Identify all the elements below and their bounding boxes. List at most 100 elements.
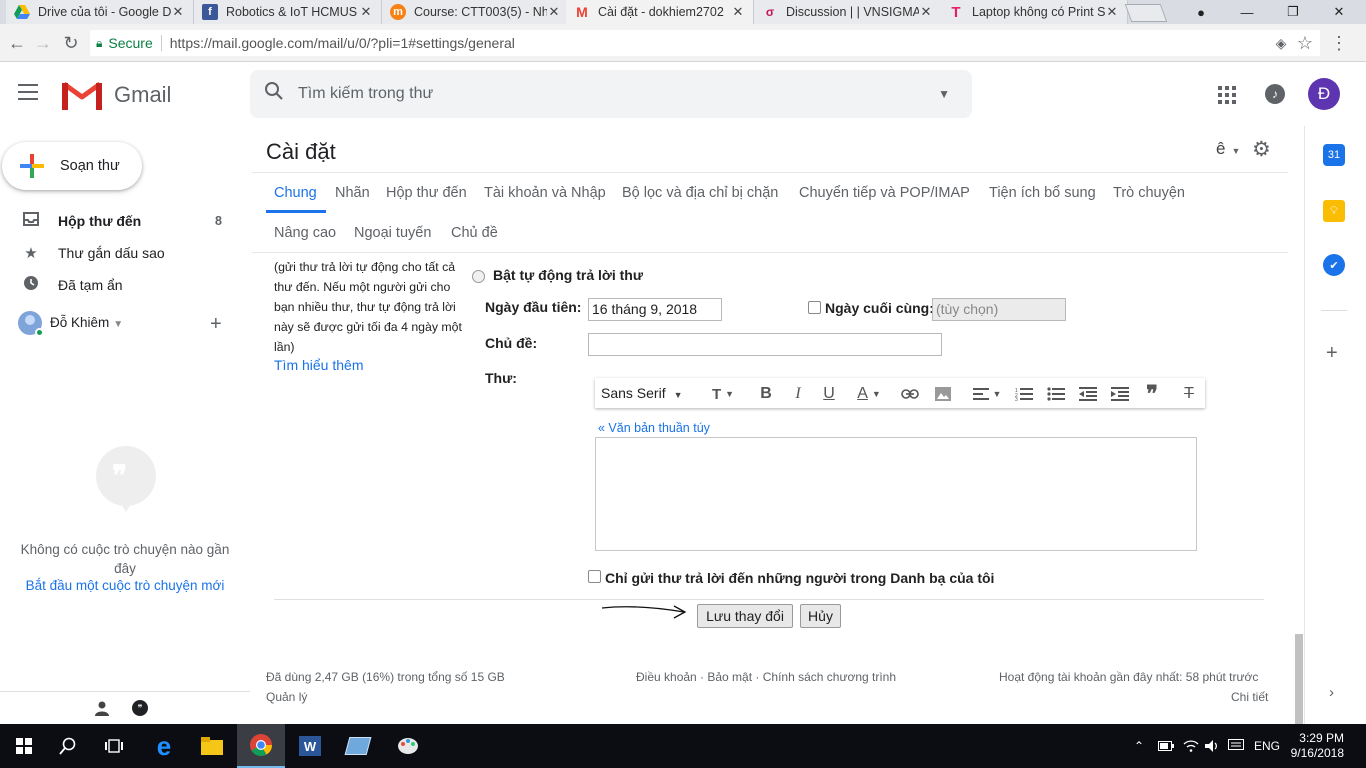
contacts-only-checkbox[interactable] [588,570,601,583]
italic-icon[interactable]: I [789,385,807,403]
calendar-icon[interactable]: 31 [1323,144,1345,166]
app-icon[interactable] [334,724,382,768]
tab-advanced[interactable]: Nâng cao [274,225,336,241]
cancel-button[interactable]: Hủy [800,604,841,628]
scrollbar-thumb[interactable] [1295,634,1303,724]
compose-button[interactable]: Soạn thư [2,142,142,190]
user-avatar[interactable] [18,311,44,337]
auto-reply-on-radio[interactable] [472,270,485,283]
browser-tab-gmail[interactable]: M Cài đặt - dokhiem2702 ✕ [566,0,754,24]
tray-chevron-up-icon[interactable]: ⌃ [1134,724,1144,768]
chevron-right-icon[interactable]: › [1329,684,1334,701]
last-day-checkbox[interactable] [808,301,821,314]
chat-user-name[interactable]: Đỗ Khiêm ▼ [50,315,123,330]
gear-icon[interactable]: ⚙ [1252,137,1271,162]
word-icon[interactable]: W [286,724,334,768]
align-icon[interactable]: ▼ [970,385,1004,403]
forward-icon[interactable]: → [32,32,54,54]
font-size-icon[interactable]: T ▼ [706,385,740,403]
quote-icon[interactable]: ❞ [1142,381,1162,406]
indent-more-icon[interactable] [1110,385,1130,403]
numbered-list-icon[interactable]: 123 [1014,385,1034,403]
gmail-logo-icon[interactable] [62,80,102,115]
wifi-icon[interactable] [1183,724,1199,768]
tasks-icon[interactable]: ✔ [1323,254,1345,276]
close-icon[interactable]: ✕ [731,4,745,20]
address-bar[interactable]: 🔒︎ Secure https://mail.google.com/mail/u… [90,30,1320,56]
sidebar-item-inbox[interactable]: Hộp thư đến 8 [0,205,240,237]
tab-inbox[interactable]: Hộp thư đến [386,185,467,201]
clock[interactable]: 3:29 PM 9/16/2018 [1288,724,1344,768]
font-select[interactable]: Sans Serif ▼ [601,385,683,401]
bulleted-list-icon[interactable] [1046,385,1066,403]
search-input[interactable]: Tìm kiếm trong thư [298,85,938,103]
tab-forwarding[interactable]: Chuyển tiếp và POP/IMAP [799,185,970,201]
close-icon[interactable]: ✕ [919,4,933,20]
tab-chat[interactable]: Trò chuyện [1113,185,1185,201]
remove-formatting-icon[interactable]: T [1180,385,1198,403]
new-tab-button[interactable] [1124,4,1168,22]
manage-storage-link[interactable]: Quản lý [266,690,307,704]
add-addon-icon[interactable]: + [1326,342,1338,365]
search-bar[interactable]: Tìm kiếm trong thư ▼ [250,70,972,118]
paint-icon[interactable] [384,724,432,768]
close-icon[interactable]: ✕ [547,4,561,20]
tab-labels[interactable]: Nhãn [335,185,370,201]
search-icon[interactable] [264,81,284,107]
menu-dots-icon[interactable]: ⋮ [1328,32,1350,54]
browser-tab-facebook[interactable]: f Robotics & IoT HCMUS ✕ [194,0,382,24]
tab-accounts[interactable]: Tài khoản và Nhập [484,185,606,201]
scrollbar[interactable] [1294,126,1304,724]
apps-grid-icon[interactable] [1218,86,1236,109]
close-icon[interactable]: ✕ [1105,4,1119,20]
message-icon[interactable] [1228,724,1244,768]
volume-icon[interactable] [1205,724,1221,768]
tab-general[interactable]: Chung [274,185,317,201]
browser-tab-vnsigma[interactable]: σ Discussion | | VNSIGMA ✕ [754,0,942,24]
plain-text-link[interactable]: « Văn bản thuần túy [598,421,710,435]
search-icon[interactable] [44,724,92,768]
tab-themes[interactable]: Chủ đề [451,225,498,241]
extension-icon[interactable]: ◈ [1270,32,1292,54]
windows-start-icon[interactable] [0,724,48,768]
edge-icon[interactable]: e [140,724,188,768]
battery-icon[interactable] [1158,724,1174,768]
notifications-icon[interactable]: ♪ [1265,84,1285,104]
reload-icon[interactable]: ↻ [60,32,82,54]
last-day-input[interactable]: (tùy chọn) [932,298,1066,321]
hangouts-icon[interactable]: ❞ [132,700,148,716]
maximize-button[interactable]: ❐ [1270,0,1316,24]
subject-input[interactable] [588,333,942,356]
sidebar-item-snoozed[interactable]: Đã tạm ẩn [0,269,240,301]
underline-icon[interactable]: U [820,385,838,403]
footer-links[interactable]: Điều khoản · Bảo mật · Chính sách chương… [636,670,896,684]
browser-tab-laptop[interactable]: T Laptop không có Print S ✕ [940,0,1128,24]
chrome-icon[interactable] [237,724,285,768]
tab-filters[interactable]: Bộ lọc và địa chỉ bị chặn [622,185,778,201]
browser-tab-moodle[interactable]: m Course: CTT003(5) - Nh ✕ [382,0,570,24]
profile-icon[interactable]: ● [1178,0,1224,24]
message-body-editor[interactable] [595,437,1197,551]
close-icon[interactable]: ✕ [171,4,185,20]
text-color-icon[interactable]: A ▼ [852,385,886,403]
first-day-input[interactable]: 16 tháng 9, 2018 [588,298,722,321]
contacts-icon[interactable] [95,701,109,721]
learn-more-link[interactable]: Tìm hiểu thêm [274,357,363,373]
indent-less-icon[interactable] [1078,385,1098,403]
search-options-icon[interactable]: ▼ [938,87,950,101]
keep-icon[interactable]: 💡︎ [1323,200,1345,222]
tab-addons[interactable]: Tiện ích bổ sung [989,185,1096,201]
back-icon[interactable]: ← [6,32,28,54]
file-explorer-icon[interactable] [188,724,236,768]
start-chat-link[interactable]: Bắt đầu một cuộc trò chuyện mới [0,578,250,593]
sidebar-item-starred[interactable]: ★ Thư gắn dấu sao [0,237,240,269]
browser-tab-drive[interactable]: Drive của tôi - Google D ✕ [6,0,194,24]
avatar[interactable]: Đ [1308,78,1340,110]
image-icon[interactable] [934,385,952,403]
save-changes-button[interactable]: Lưu thay đổi [697,604,793,628]
close-icon[interactable]: ✕ [359,4,373,20]
bold-icon[interactable]: B [757,385,775,403]
tab-offline[interactable]: Ngoại tuyến [354,225,431,241]
link-icon[interactable] [900,385,920,403]
hamburger-menu-icon[interactable] [18,84,38,100]
